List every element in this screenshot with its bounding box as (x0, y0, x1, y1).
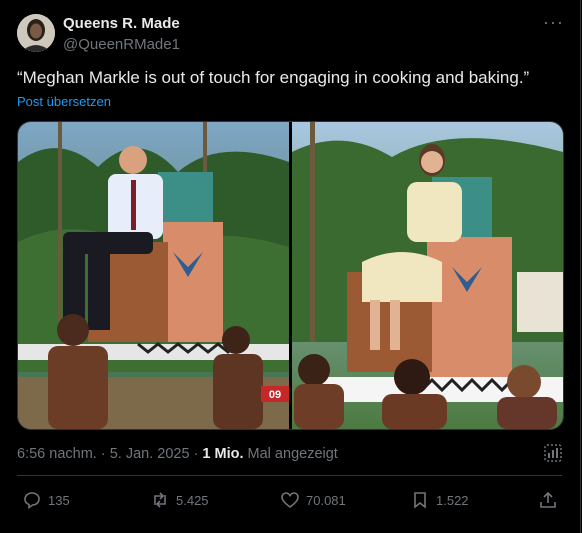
post-meta: 6:56 nachm. · 5. Jan. 2025 · 1 Mio. Mal … (17, 446, 338, 462)
meta-separator-views: · (189, 446, 203, 462)
share-icon (540, 491, 556, 508)
view-count-label: Mal angezeigt (243, 446, 338, 462)
right-photo (292, 122, 563, 429)
meta-separator: · (96, 446, 110, 462)
divider (17, 475, 562, 476)
left-photo: 09 (18, 122, 289, 429)
post-time[interactable]: 6:56 nachm. (17, 446, 97, 462)
author-name[interactable]: Queens R. Made (63, 15, 180, 32)
like-icon (281, 492, 299, 509)
repost-count: 5.425 (176, 492, 209, 508)
bookmark-icon (414, 492, 426, 509)
avatar-image (17, 14, 55, 52)
author-handle[interactable]: @QueenRMade1 (63, 36, 180, 53)
more-icon[interactable]: ··· (543, 12, 564, 33)
analytics-icon[interactable] (544, 444, 562, 462)
post-card: Queens R. Made @QueenRMade1 ··· “Meghan … (0, 0, 581, 533)
repost-icon (154, 492, 166, 508)
reply-icon (24, 492, 40, 510)
image-collage: 09 (18, 122, 563, 429)
post-image[interactable]: 09 (17, 121, 564, 430)
avatar[interactable] (17, 14, 55, 52)
like-button[interactable]: 70.081 (280, 490, 346, 510)
translate-link[interactable]: Post übersetzen (17, 94, 111, 109)
post-text: “Meghan Markle is out of touch for engag… (17, 68, 530, 87)
bookmark-count: 1.522 (436, 492, 469, 508)
share-button[interactable] (538, 490, 558, 510)
reply-button[interactable]: 135 (22, 490, 70, 510)
left-photo-badge: 09 (269, 389, 281, 401)
repost-button[interactable]: 5.425 (150, 490, 209, 510)
view-count: 1 Mio. (202, 446, 244, 462)
reply-count: 135 (48, 492, 70, 508)
like-count: 70.081 (306, 492, 346, 508)
post-date[interactable]: 5. Jan. 2025 (110, 446, 190, 462)
bookmark-button[interactable]: 1.522 (410, 490, 469, 510)
